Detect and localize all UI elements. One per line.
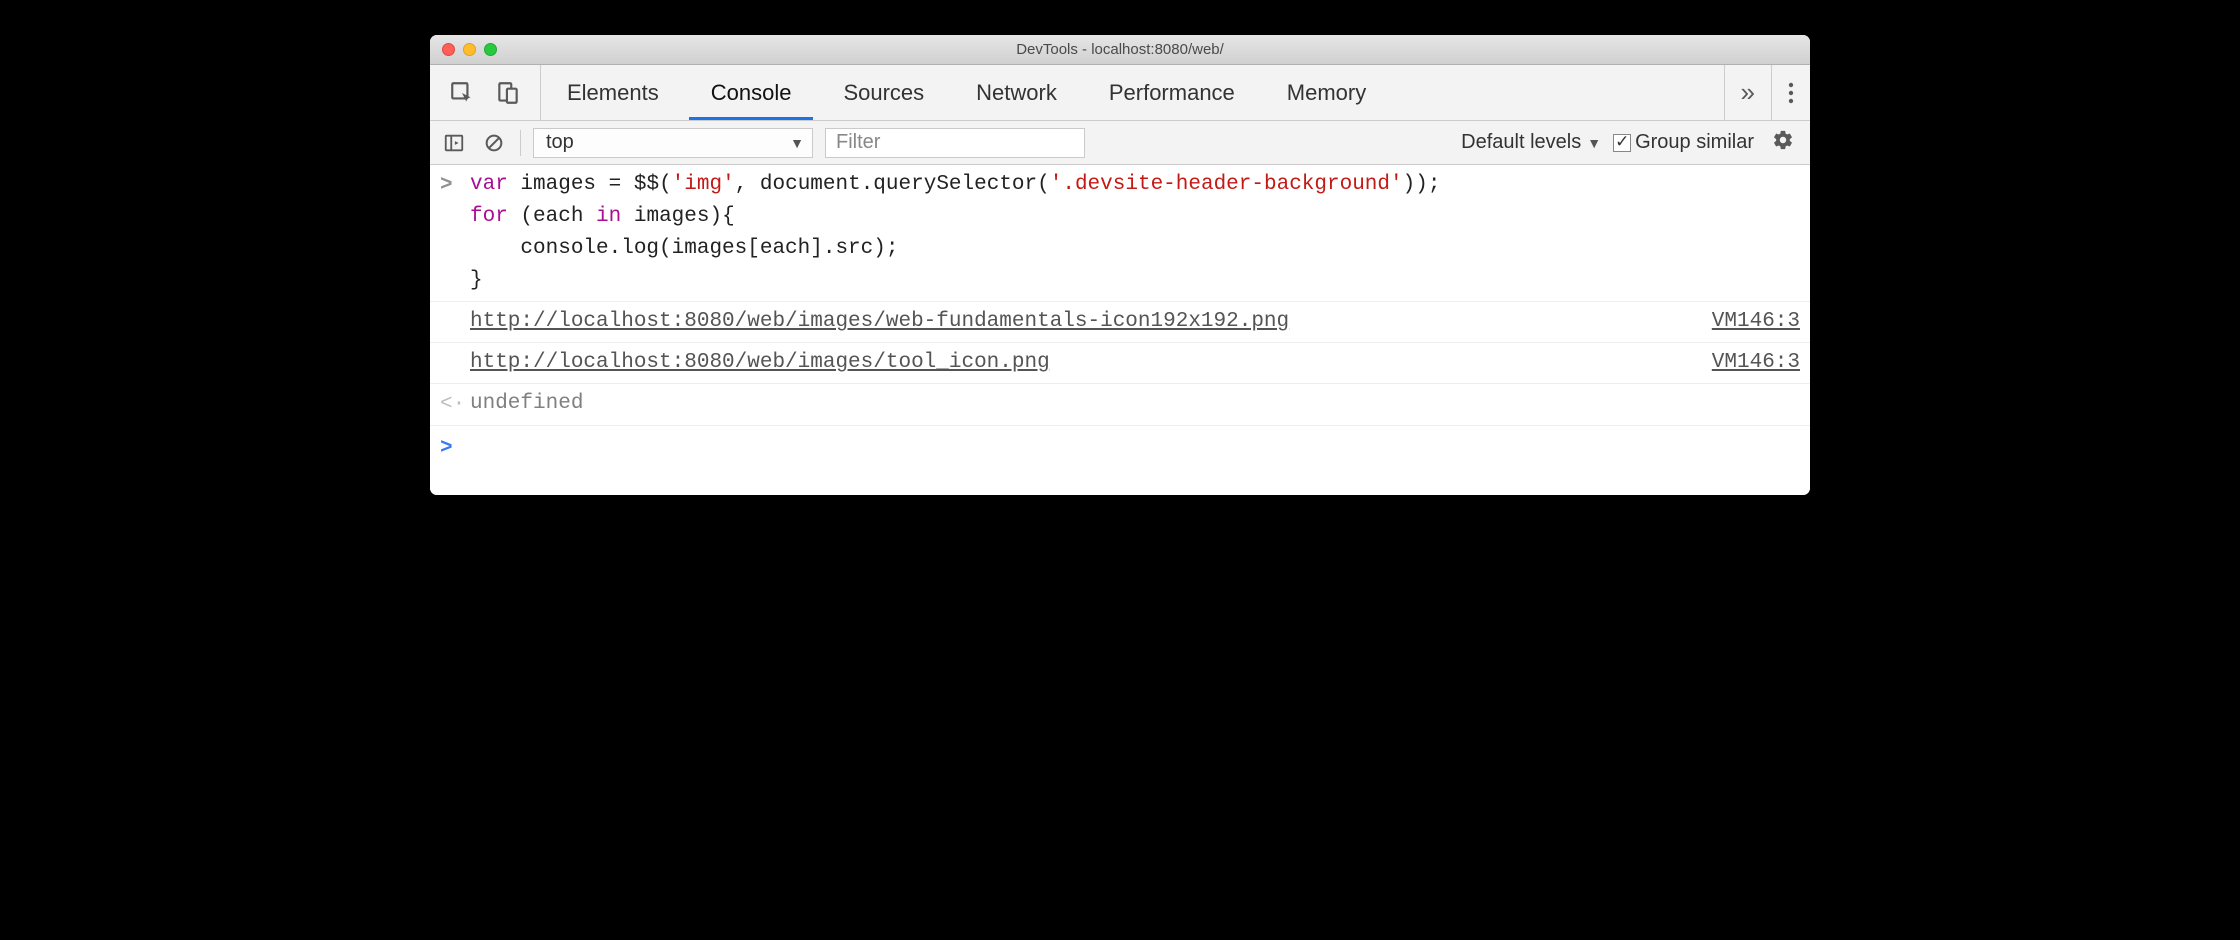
source-link[interactable]: VM146:3 (1692, 347, 1800, 379)
tabs-bar: Elements Console Sources Network Perform… (430, 65, 1810, 121)
tab-label: Elements (567, 80, 659, 106)
prompt-marker-icon: > (440, 432, 470, 465)
context-value: top (546, 131, 574, 154)
device-toolbar-icon[interactable] (494, 79, 522, 107)
chevron-down-icon: ▼ (1587, 135, 1601, 151)
log-levels-select[interactable]: Default levels ▼ (1461, 131, 1601, 154)
input-marker-icon: > (440, 169, 470, 297)
show-console-sidebar-icon[interactable] (440, 129, 468, 157)
console-output: > var images = $$('img', document.queryS… (430, 165, 1810, 495)
console-prompt-row[interactable]: > (430, 426, 1810, 495)
tab-performance[interactable]: Performance (1083, 65, 1261, 120)
minimize-window-button[interactable] (463, 43, 476, 56)
window-title: DevTools - localhost:8080/web/ (1016, 41, 1224, 58)
inspect-element-icon[interactable] (448, 79, 476, 107)
tab-memory[interactable]: Memory (1261, 65, 1392, 120)
close-window-button[interactable] (442, 43, 455, 56)
source-link[interactable]: VM146:3 (1692, 306, 1800, 338)
return-marker-icon: <· (440, 388, 470, 421)
tab-label: Performance (1109, 80, 1235, 106)
console-input-echo: > var images = $$('img', document.queryS… (430, 165, 1810, 302)
inspect-tools (430, 65, 541, 120)
log-gutter (440, 347, 470, 379)
console-return-row: <· undefined (430, 384, 1810, 426)
zoom-window-button[interactable] (484, 43, 497, 56)
log-url-link[interactable]: http://localhost:8080/web/images/tool_ic… (470, 351, 1050, 374)
traffic-lights (430, 43, 497, 56)
toolbar-divider (520, 130, 521, 156)
log-gutter (440, 306, 470, 338)
titlebar: DevTools - localhost:8080/web/ (430, 35, 1810, 65)
devtools-menu-button[interactable] (1771, 65, 1810, 120)
group-similar-toggle[interactable]: Group similar (1613, 131, 1754, 154)
tab-label: Sources (843, 80, 924, 106)
clear-console-icon[interactable] (480, 129, 508, 157)
console-log-row: http://localhost:8080/web/images/web-fun… (430, 302, 1810, 343)
filter-input[interactable] (825, 128, 1085, 158)
tab-label: Network (976, 80, 1057, 106)
return-value: undefined (470, 388, 1800, 421)
checkbox-icon (1613, 134, 1631, 152)
group-similar-label: Group similar (1635, 131, 1754, 154)
code-content[interactable]: var images = $$('img', document.querySel… (470, 169, 1800, 297)
kebab-icon (1788, 81, 1794, 105)
tab-label: Memory (1287, 80, 1366, 106)
console-settings-icon[interactable] (1766, 129, 1800, 157)
console-input[interactable] (470, 432, 1800, 465)
levels-label: Default levels (1461, 131, 1581, 154)
console-toolbar: top ▼ Default levels ▼ Group similar (430, 121, 1810, 165)
log-url-link[interactable]: http://localhost:8080/web/images/web-fun… (470, 310, 1289, 333)
panel-tabs: Elements Console Sources Network Perform… (541, 65, 1392, 120)
console-log-row: http://localhost:8080/web/images/tool_ic… (430, 343, 1810, 384)
more-tabs-button[interactable]: » (1724, 65, 1771, 120)
tab-console[interactable]: Console (685, 65, 818, 120)
tab-elements[interactable]: Elements (541, 65, 685, 120)
chevron-double-right-icon: » (1741, 77, 1755, 108)
execution-context-select[interactable]: top ▼ (533, 128, 813, 158)
devtools-window: DevTools - localhost:8080/web/ Elements … (430, 35, 1810, 495)
tab-sources[interactable]: Sources (817, 65, 950, 120)
chevron-down-icon: ▼ (790, 135, 804, 151)
tab-network[interactable]: Network (950, 65, 1083, 120)
tab-label: Console (711, 80, 792, 106)
